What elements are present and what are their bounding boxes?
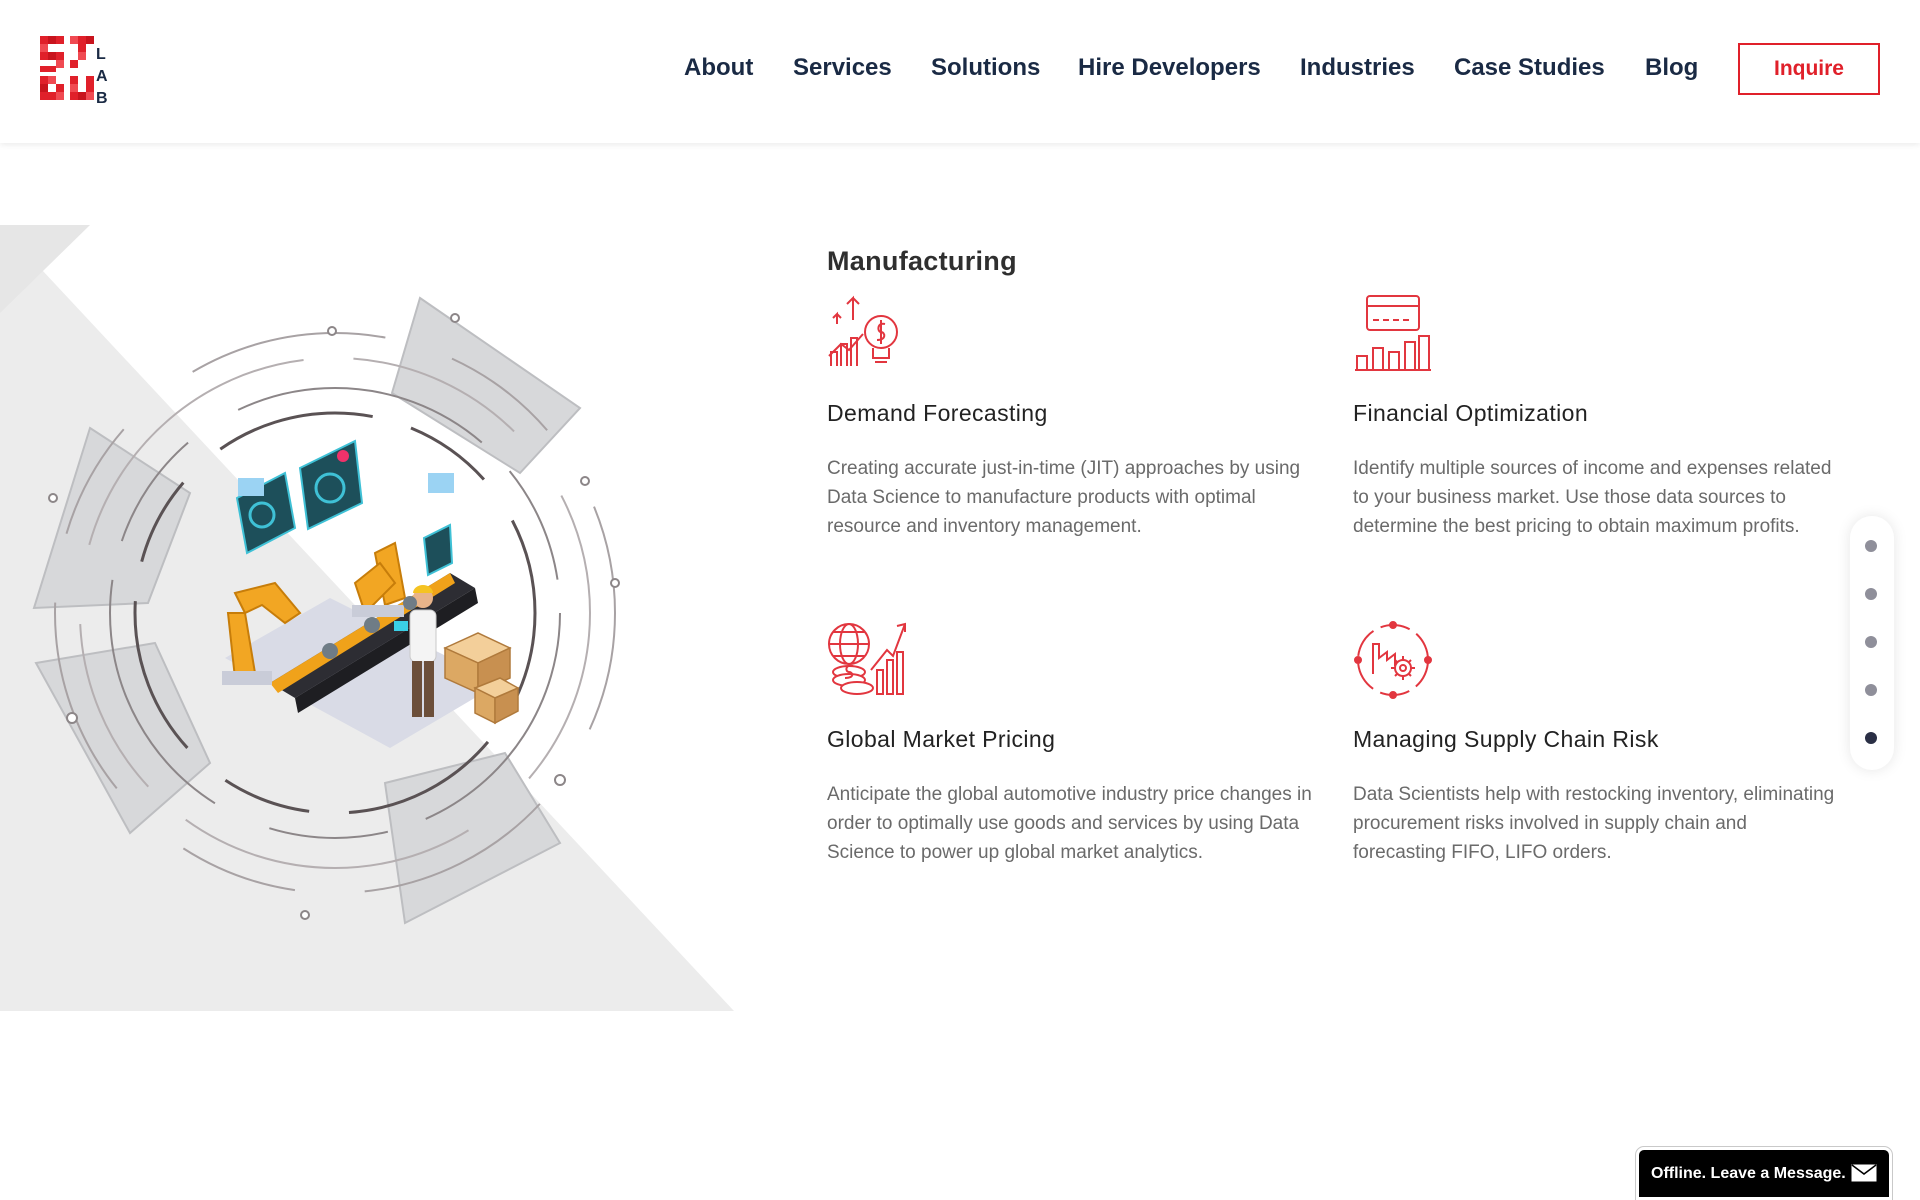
feature-financial-optimization: Financial Optimization Identify multiple… (1353, 294, 1843, 574)
feature-title: Demand Forecasting (827, 400, 1048, 426)
pagination-dot-1[interactable] (1865, 540, 1877, 552)
inquire-button[interactable]: Inquire (1738, 43, 1880, 95)
feature-description: Anticipate the global automotive industr… (827, 784, 1312, 863)
feature-description: Identify multiple sources of income and … (1353, 458, 1832, 537)
envelope-icon (1851, 1164, 1877, 1182)
feature-description: Data Scientists help with restocking inv… (1353, 784, 1835, 863)
feature-title: Managing Supply Chain Risk (1353, 726, 1659, 752)
pagination-dot-5[interactable] (1865, 732, 1877, 744)
nav-industries[interactable]: Industries (1300, 54, 1415, 82)
nav-services[interactable]: Services (793, 54, 892, 82)
pagination-dot-3[interactable] (1865, 636, 1877, 648)
logo-letter-l: L (96, 46, 106, 63)
pagination-dot-2[interactable] (1865, 588, 1877, 600)
feature-description: Creating accurate just-in-time (JIT) app… (827, 458, 1301, 537)
factory-gear-cycle-icon (1354, 621, 1432, 699)
feature-demand-forecasting: Demand Forecasting Creating accurate jus… (827, 294, 1317, 554)
feature-title: Global Market Pricing (827, 726, 1056, 752)
chat-label: Offline. Leave a Message. (1651, 1164, 1846, 1182)
nav-hire-developers[interactable]: Hire Developers (1078, 54, 1261, 82)
offline-chat-widget[interactable]: Offline. Leave a Message. (1635, 1146, 1893, 1200)
growth-lightbulb-icon (828, 295, 898, 366)
feature-title: Financial Optimization (1353, 400, 1589, 426)
site-header: L A B About Services Solutions Hire Deve… (0, 0, 1920, 143)
feature-global-market-pricing: Global Market Pricing Anticipate the glo… (827, 620, 1317, 900)
manufacturing-illustration (32, 296, 620, 925)
section-pagination (1850, 516, 1894, 770)
nav-case-studies[interactable]: Case Studies (1454, 54, 1605, 82)
nav-blog[interactable]: Blog (1645, 54, 1698, 82)
globe-coins-chart-icon (828, 622, 906, 695)
pagination-dot-4[interactable] (1865, 684, 1877, 696)
section-title: Manufacturing (827, 246, 1017, 276)
nav-solutions[interactable]: Solutions (931, 54, 1040, 82)
credit-card-chart-icon (1355, 295, 1431, 371)
feature-managing-supply-chain-risk: Managing Supply Chain Risk Data Scientis… (1353, 620, 1843, 880)
logo-letter-a: A (96, 68, 108, 85)
nav-about[interactable]: About (684, 54, 753, 82)
logo[interactable]: L A B (38, 34, 118, 110)
logo-letter-b: B (96, 90, 108, 107)
